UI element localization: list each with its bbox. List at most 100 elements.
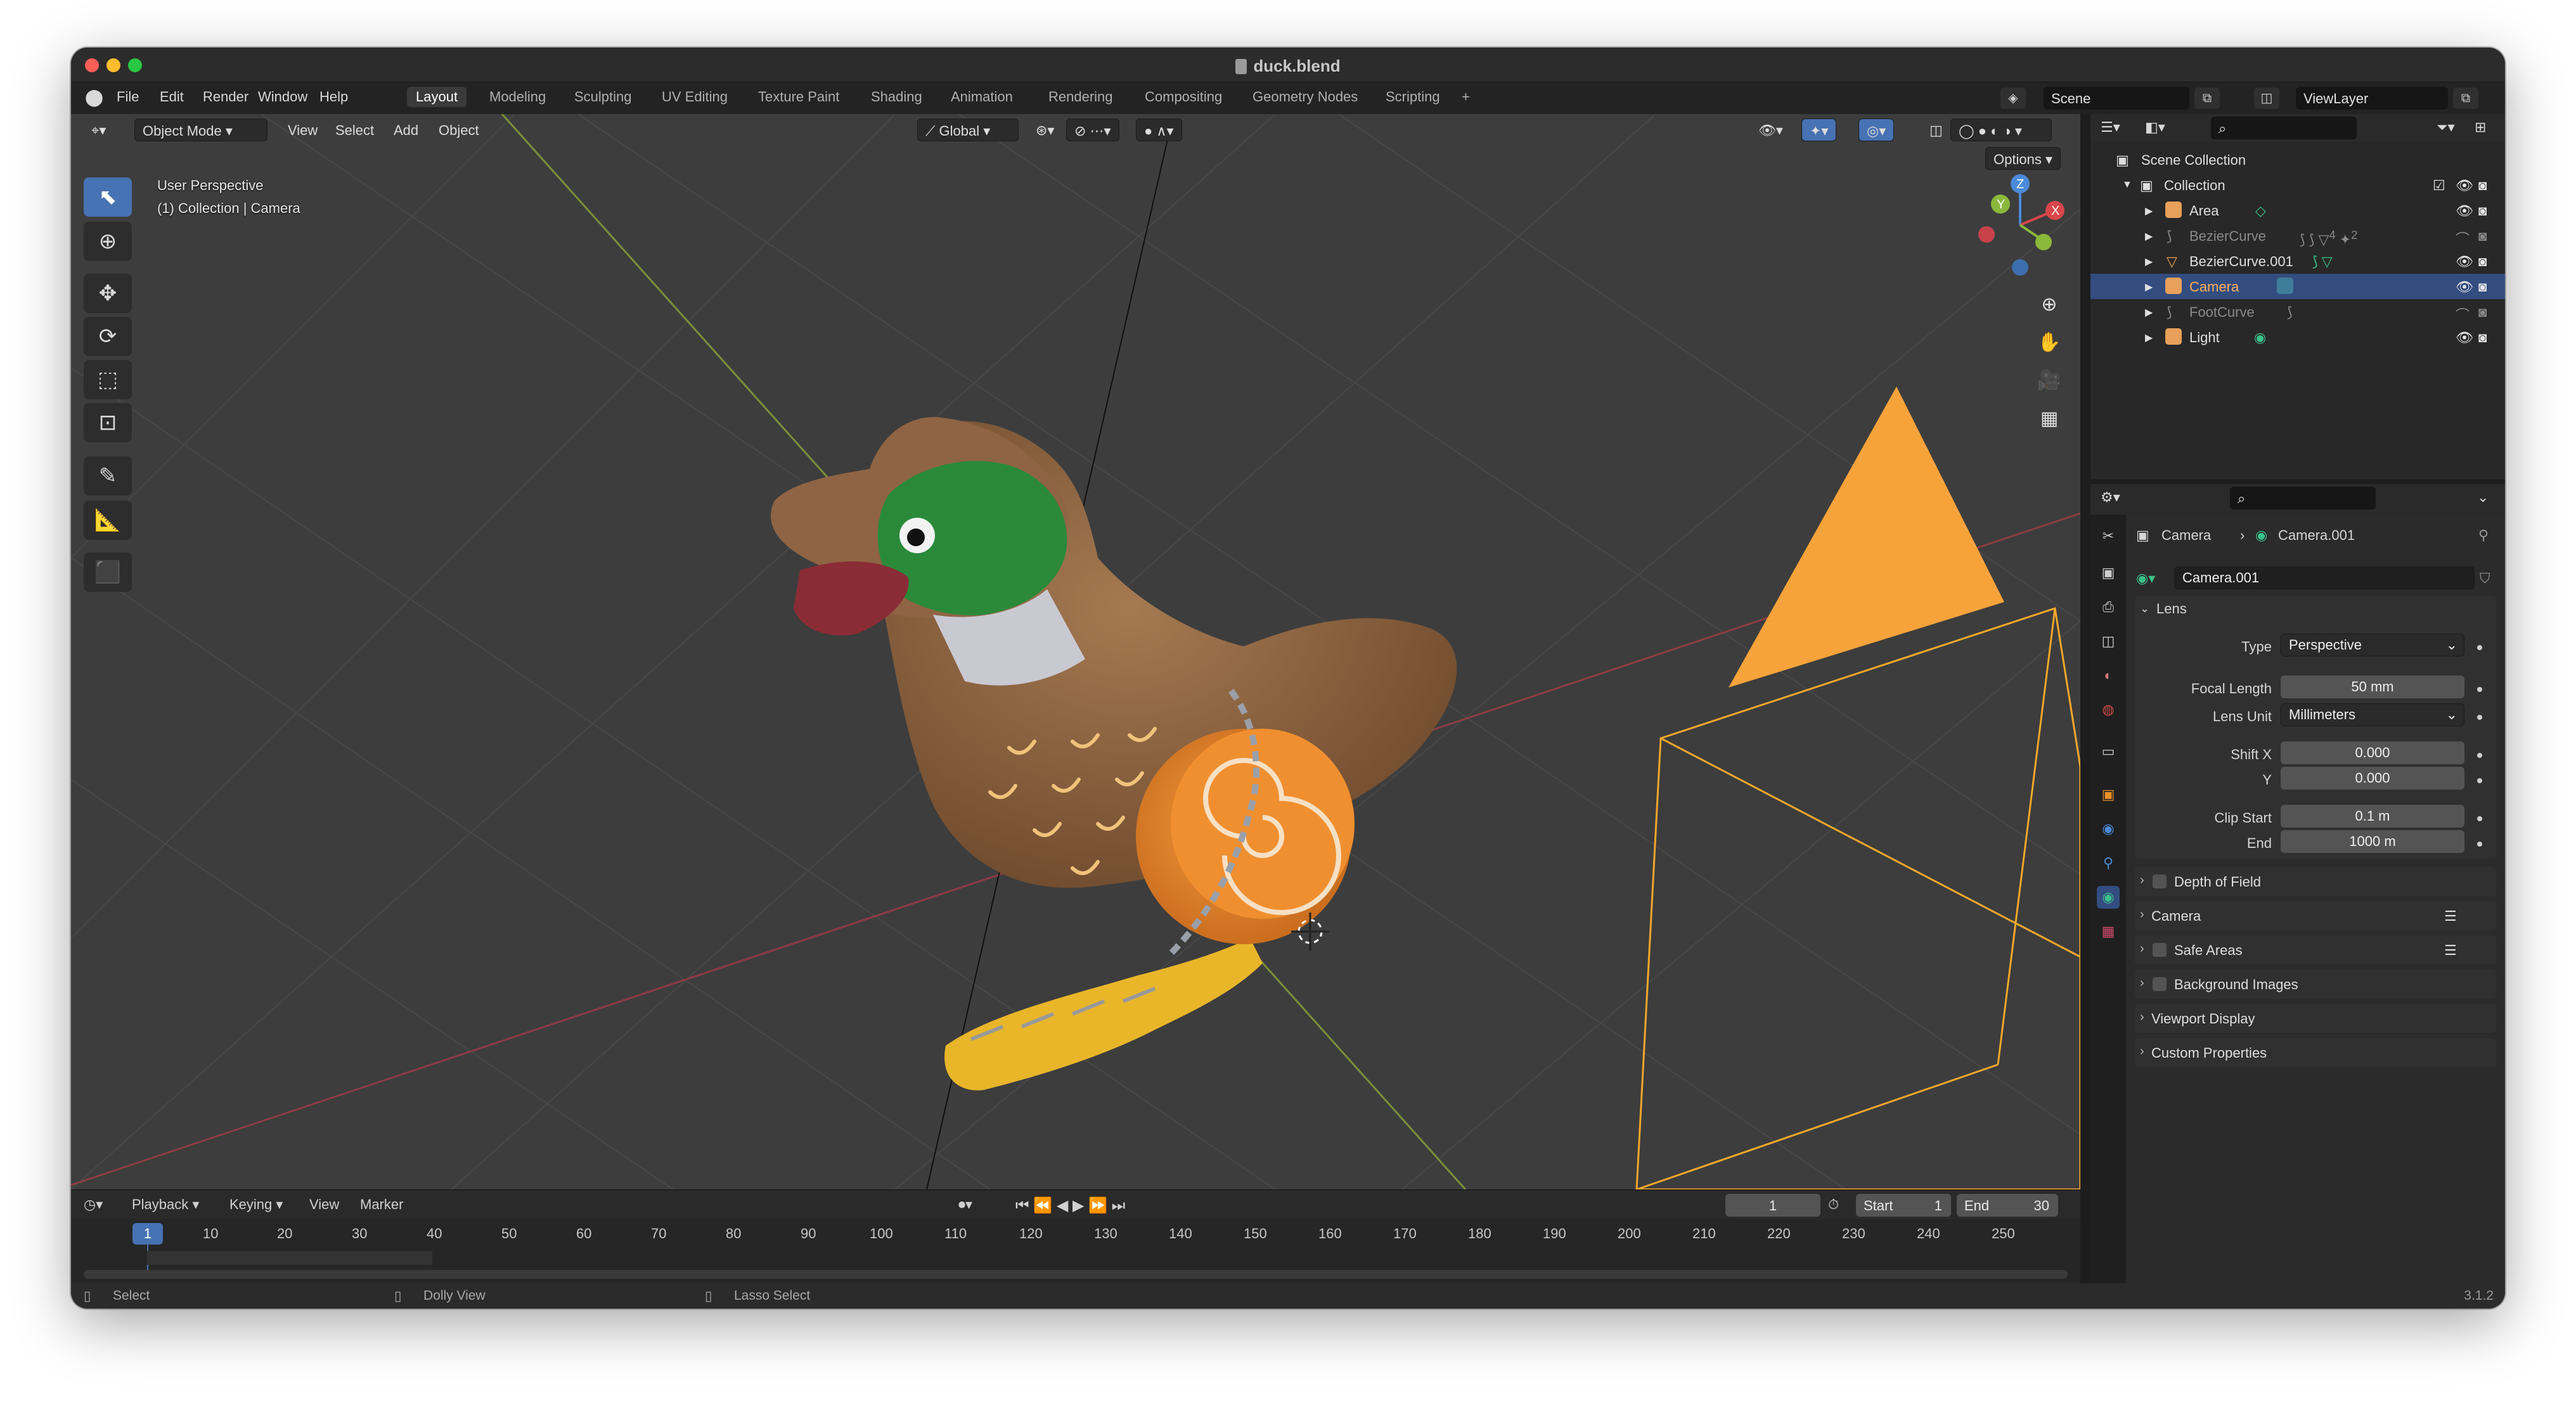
keyframe-dot-icon[interactable] xyxy=(2477,645,2482,650)
navigation-gizmo[interactable]: Z X Y xyxy=(1973,171,2074,279)
panel-custom-properties[interactable]: › Custom Properties xyxy=(2135,1038,2496,1067)
start-frame-field[interactable]: Start 1 xyxy=(1856,1194,1951,1217)
lens-type-dropdown[interactable]: Perspective ⌄ xyxy=(2281,634,2464,657)
filter-icon[interactable]: ⏷▾ xyxy=(2437,119,2455,136)
timeline-scrollbar[interactable] xyxy=(84,1270,2068,1279)
properties-editor[interactable]: ⚙▾ ⌕ ⌄ ✂ ▣ ⎙ ◫ ◐ ◍ ▭ ▣ ◉ ⚲ ◉ ▦ ▣ Camera … xyxy=(2085,479,2505,1283)
new-view-layer-icon[interactable]: ⧉ xyxy=(2453,87,2478,109)
tab-shading[interactable]: Shading xyxy=(862,87,931,107)
outliner-item-light[interactable]: ▶ Light ◉ 👁 ◙ xyxy=(2090,324,2505,350)
eye-icon[interactable]: 👁 xyxy=(2456,203,2473,219)
outliner-editor-type-icon[interactable]: ☰▾ xyxy=(2101,119,2120,136)
tab-uv-editing[interactable]: UV Editing xyxy=(653,87,737,107)
keyframe-dot-icon[interactable] xyxy=(2477,778,2482,783)
gizmo-toggle-icon[interactable]: ✦▾ xyxy=(1801,119,1837,141)
view-layer-tab-icon[interactable]: ◫ xyxy=(2097,630,2120,653)
outliner-search-input[interactable]: ⌕ xyxy=(2211,117,2357,139)
outliner[interactable]: ☰▾ ◧▾ ⌕ ⏷▾ ⊞ ▣ Scene Collection ▼ ▣ Coll… xyxy=(2085,114,2505,479)
outliner-item-footcurve[interactable]: ▶ ⟆ FootCurve ⟆ ⌒ ◙ xyxy=(2090,299,2505,324)
menu-window[interactable]: Window xyxy=(258,89,307,105)
panel-depth-of-field[interactable]: › Depth of Field xyxy=(2135,867,2496,896)
cursor-icon[interactable]: ⊕ xyxy=(84,222,132,261)
perspective-grid-icon[interactable]: ▦ xyxy=(2033,402,2066,435)
annotate-icon[interactable]: ✎ xyxy=(84,456,132,496)
presets-list-icon[interactable]: ☰ xyxy=(2444,908,2457,925)
tool-tab-icon[interactable]: ✂ xyxy=(2097,525,2120,548)
tab-scripting[interactable]: Scripting xyxy=(1377,87,1449,107)
eye-hidden-icon[interactable]: ⌒ xyxy=(2456,304,2470,324)
clip-start-field[interactable]: 0.1 m xyxy=(2281,805,2464,828)
add-workspace-button[interactable]: + xyxy=(1453,87,1479,107)
panel-safe-areas[interactable]: › Safe Areas ☰ xyxy=(2135,935,2496,964)
keyframe-dot-icon[interactable] xyxy=(2477,842,2482,847)
timeline-menu-keying[interactable]: Keying ▾ xyxy=(229,1196,283,1213)
panel-viewport-display[interactable]: › Viewport Display xyxy=(2135,1004,2496,1033)
scene-name-field[interactable]: Scene xyxy=(2044,87,2189,110)
viewport-menu-view[interactable]: View xyxy=(280,119,325,141)
shading-mode-buttons[interactable]: ◯ ● ◐ ◑ ▾ xyxy=(1950,119,2052,141)
viewport-menu-select[interactable]: Select xyxy=(328,119,382,141)
tab-geometry-nodes[interactable]: Geometry Nodes xyxy=(1244,87,1367,107)
properties-options-icon[interactable]: ⌄ xyxy=(2477,489,2489,506)
shift-y-field[interactable]: 0.000 xyxy=(2281,767,2464,790)
expand-chevron-icon[interactable]: ▶ xyxy=(2145,331,2153,344)
timeline-menu-view[interactable]: View xyxy=(309,1196,339,1213)
new-collection-icon[interactable]: ⊞ xyxy=(2475,119,2486,136)
pin-icon[interactable]: ⚲ xyxy=(2478,527,2489,544)
current-frame-field[interactable]: 1 xyxy=(1725,1194,1820,1217)
tab-rendering[interactable]: Rendering xyxy=(1040,87,1122,107)
collapse-chevron-icon[interactable]: ▼ xyxy=(2122,179,2132,191)
add-cube-icon[interactable]: ⬛ xyxy=(84,553,132,592)
render-camera-icon[interactable]: ◙ xyxy=(2478,177,2487,194)
measure-icon[interactable]: 📐 xyxy=(84,501,132,540)
rotate-icon[interactable]: ⟳ xyxy=(84,317,132,356)
end-frame-field[interactable]: End 30 xyxy=(1957,1194,2058,1217)
new-scene-icon[interactable]: ⧉ xyxy=(2194,87,2220,109)
keyframe-dot-icon[interactable] xyxy=(2477,687,2482,692)
editor-type-icon[interactable]: ⌖▾ xyxy=(84,119,113,141)
zoom-icon[interactable]: ⊕ xyxy=(2033,288,2066,321)
object-tab-icon[interactable]: ▣ xyxy=(2097,783,2120,806)
physics-tab-icon[interactable]: ◉ xyxy=(2097,817,2120,840)
panel-camera[interactable]: › Camera ☰ xyxy=(2135,901,2496,930)
outliner-collection[interactable]: ▼ ▣ Collection ☑ 👁 ◙ xyxy=(2090,172,2505,198)
menu-render[interactable]: Render xyxy=(203,89,248,105)
world-tab-icon[interactable]: ◍ xyxy=(2097,698,2120,721)
camera-data-tab-icon[interactable]: ◉ xyxy=(2097,886,2120,909)
options-dropdown[interactable]: Options ▾ xyxy=(1985,147,2061,170)
outliner-item-beziercurve[interactable]: ▶ ⟆ BezierCurve ⟆ ⟆ ▽4 ✦2 ⌒ ◙ xyxy=(2090,223,2505,248)
playback-controls[interactable]: ⏮ ⏪ ◀ ▶ ⏩ ⏭ xyxy=(1015,1196,1125,1215)
render-camera-icon[interactable]: ◙ xyxy=(2478,228,2487,245)
overlay-toggle-icon[interactable]: ◎▾ xyxy=(1858,119,1895,141)
pivot-point-icon[interactable]: ⊛▾ xyxy=(1028,119,1062,141)
scene-selector-icon[interactable]: ◈ xyxy=(2000,87,2026,109)
depth-of-field-checkbox[interactable] xyxy=(2153,874,2167,888)
select-box-icon[interactable]: ⬉ xyxy=(84,177,132,217)
presets-list-icon[interactable]: ☰ xyxy=(2444,942,2457,959)
tab-texture-paint[interactable]: Texture Paint xyxy=(749,87,848,107)
outliner-item-beziercurve-001[interactable]: ▶ ▽ BezierCurve.001 ⟆ ▽ 👁 ◙ xyxy=(2090,248,2505,274)
timeline-menu-marker[interactable]: Marker xyxy=(360,1196,403,1213)
pan-hand-icon[interactable]: ✋ xyxy=(2033,326,2066,359)
display-mode-icon[interactable]: ◧▾ xyxy=(2145,119,2165,136)
tab-layout[interactable]: Layout xyxy=(407,87,467,107)
render-camera-icon[interactable]: ◙ xyxy=(2478,203,2487,219)
transform-orientation-dropdown[interactable]: ⟋ Global ▾ xyxy=(917,119,1019,141)
render-camera-icon[interactable]: ◙ xyxy=(2478,304,2487,321)
camera-frame[interactable] xyxy=(1635,607,2080,1189)
constraints-tab-icon[interactable]: ⚲ xyxy=(2097,852,2120,874)
blender-logo-icon[interactable]: ⬤ xyxy=(85,87,103,107)
render-camera-icon[interactable]: ◙ xyxy=(2478,279,2487,295)
eye-icon[interactable]: 👁 xyxy=(2456,279,2473,295)
menu-edit[interactable]: Edit xyxy=(160,89,184,105)
datablock-name-field[interactable]: Camera.001 xyxy=(2174,567,2475,589)
move-icon[interactable]: ✥ xyxy=(84,274,132,313)
tab-animation[interactable]: Animation xyxy=(942,87,1022,107)
focal-length-field[interactable]: 50 mm xyxy=(2281,676,2464,698)
eye-hidden-icon[interactable]: ⌒ xyxy=(2456,228,2470,248)
timeline-menu-playback[interactable]: Playback ▾ xyxy=(132,1196,199,1213)
safe-areas-checkbox[interactable] xyxy=(2153,943,2167,957)
clip-end-field[interactable]: 1000 m xyxy=(2281,830,2464,853)
keyframe-dot-icon[interactable] xyxy=(2477,715,2482,720)
tab-compositing[interactable]: Compositing xyxy=(1136,87,1231,107)
